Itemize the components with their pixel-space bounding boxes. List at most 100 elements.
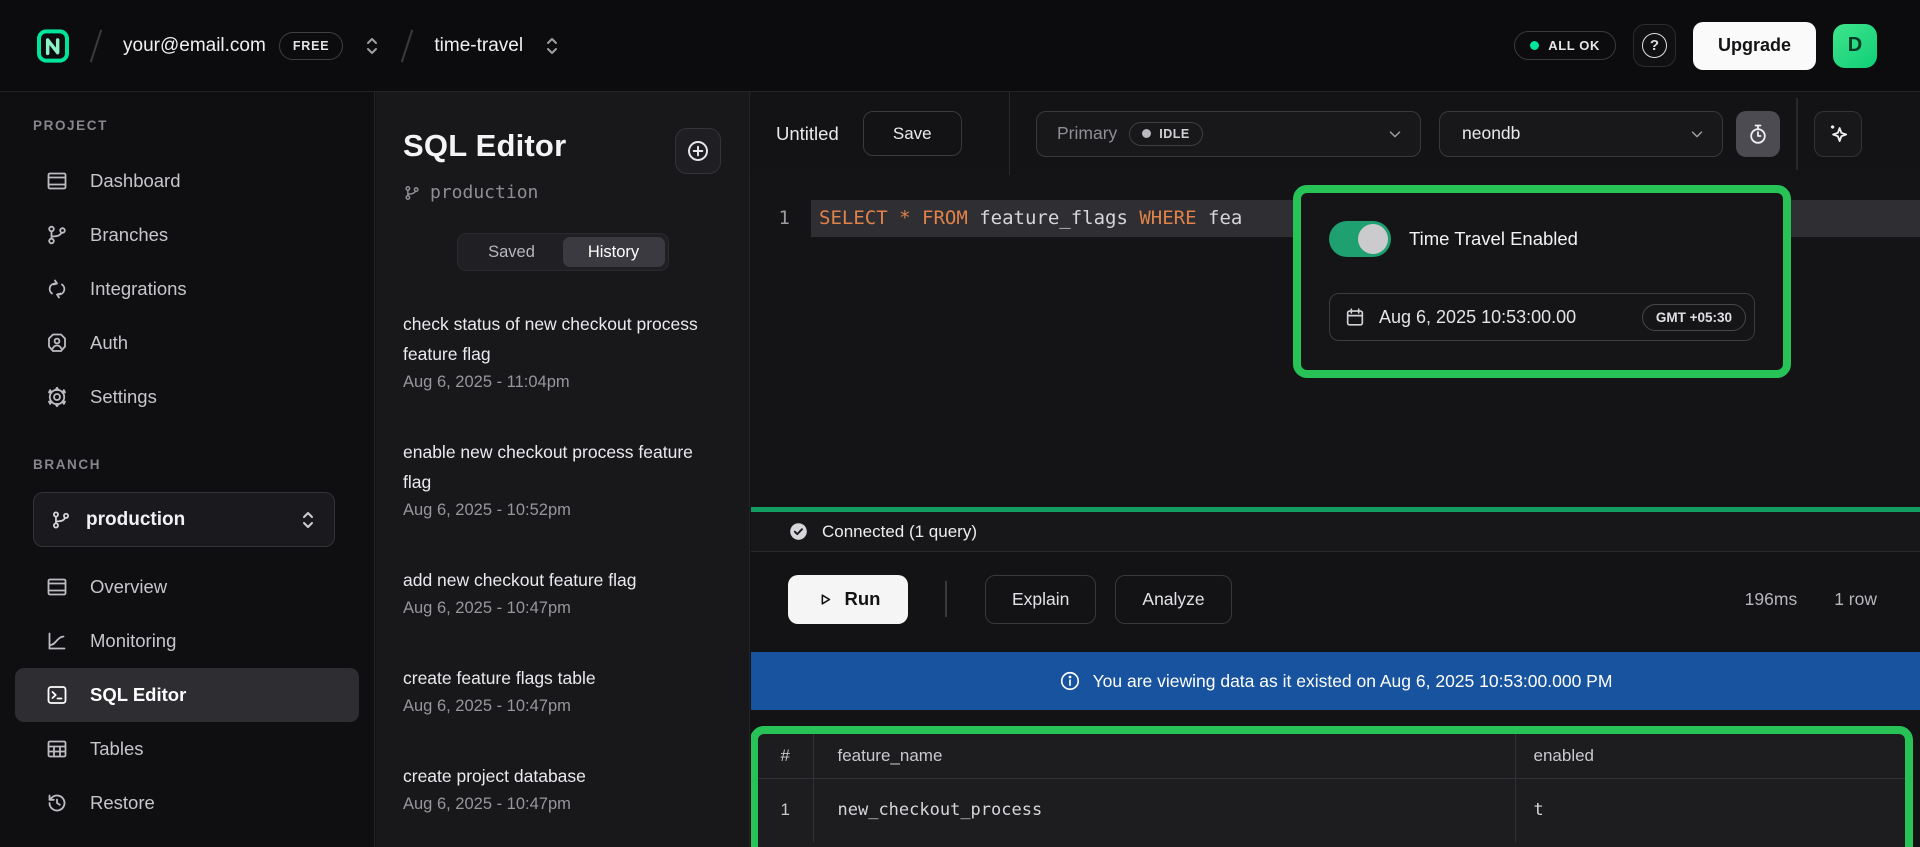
actions-divider <box>945 581 947 617</box>
branch-selector[interactable]: production <box>33 492 335 547</box>
idle-dot-icon <box>1142 129 1151 138</box>
project-selector[interactable]: time-travel <box>434 34 560 58</box>
sidebar-item-integrations[interactable]: Integrations <box>0 262 374 316</box>
sql-editor-panel: SQL Editor production Saved History chec… <box>376 92 750 847</box>
branches-icon <box>45 223 69 247</box>
explain-button[interactable]: Explain <box>985 575 1096 624</box>
history-item-title: enable new checkout process feature flag <box>403 437 705 497</box>
banner-text: You are viewing data as it existed on Au… <box>1093 671 1613 692</box>
dashboard-icon <box>45 169 69 193</box>
history-item[interactable]: add new checkout feature flag Aug 6, 202… <box>403 565 705 618</box>
branch-icon <box>50 509 72 531</box>
question-mark-icon: ? <box>1642 33 1667 58</box>
org-selector[interactable]: your@email.com FREE <box>123 32 380 60</box>
sidebar-item-monitoring[interactable]: Monitoring <box>0 614 374 668</box>
chevrons-up-down-icon <box>300 507 316 533</box>
database-name: neondb <box>1462 123 1520 144</box>
history-item-date: Aug 6, 2025 - 11:04pm <box>403 373 705 392</box>
saved-history-tabs: Saved History <box>457 233 669 271</box>
sidebar-item-restore[interactable]: Restore <box>0 776 374 830</box>
analyze-button[interactable]: Analyze <box>1115 575 1231 624</box>
tab-saved[interactable]: Saved <box>461 237 563 267</box>
chevron-down-icon <box>1688 125 1706 143</box>
sql-editor-icon <box>45 683 69 707</box>
project-name: time-travel <box>434 35 523 57</box>
history-item[interactable]: create project database Aug 6, 2025 - 10… <box>403 761 705 814</box>
sidebar-item-label: Branches <box>90 224 168 246</box>
history-item-date: Aug 6, 2025 - 10:52pm <box>403 501 705 520</box>
sidebar-item-overview[interactable]: Overview <box>0 560 374 614</box>
sidebar-item-label: Settings <box>90 386 157 408</box>
time-travel-toggle-label: Time Travel Enabled <box>1409 228 1578 250</box>
time-travel-datetime-input[interactable]: Aug 6, 2025 10:53:00.00 GMT +05:30 <box>1329 293 1755 341</box>
run-button[interactable]: Run <box>788 575 908 624</box>
database-selector[interactable]: neondb <box>1439 111 1723 157</box>
sidebar-item-label: Restore <box>90 792 155 814</box>
history-list: check status of new checkout process fea… <box>403 309 705 814</box>
sql-token <box>911 207 922 229</box>
sql-token: feature_flags <box>968 207 1140 229</box>
compute-status: IDLE <box>1159 127 1189 141</box>
history-item-date: Aug 6, 2025 - 10:47pm <box>403 795 705 814</box>
system-status-pill[interactable]: ALL OK <box>1514 31 1616 60</box>
restore-icon <box>45 791 69 815</box>
play-icon <box>816 590 835 609</box>
results-table: # feature_name enabled 1 new_checkout_pr… <box>758 734 1905 842</box>
chevrons-up-down-icon <box>364 34 380 58</box>
sidebar-item-dashboard[interactable]: Dashboard <box>0 154 374 208</box>
sidebar-item-label: Monitoring <box>90 630 176 652</box>
branch-icon <box>403 184 421 202</box>
sidebar-item-label: Tables <box>90 738 143 760</box>
upgrade-button[interactable]: Upgrade <box>1693 22 1816 70</box>
panel-branch-name: production <box>430 182 538 203</box>
sidebar-item-label: Overview <box>90 576 167 598</box>
sparkle-icon <box>1825 121 1851 147</box>
branch-selector-value: production <box>86 509 185 531</box>
panel-title: SQL Editor <box>403 128 566 164</box>
chevron-down-icon <box>1386 125 1404 143</box>
stopwatch-icon <box>1746 122 1770 146</box>
sql-token: * <box>899 207 910 229</box>
topbar: your@email.com FREE time-travel ALL OK ? <box>0 0 1920 92</box>
new-query-button[interactable] <box>675 128 721 174</box>
line-number: 1 <box>751 200 811 237</box>
history-item[interactable]: enable new checkout process feature flag… <box>403 437 705 520</box>
chevrons-up-down-icon <box>544 34 560 58</box>
history-item-title: create feature flags table <box>403 663 705 693</box>
history-item-title: add new checkout feature flag <box>403 565 705 595</box>
check-circle-icon <box>788 521 809 542</box>
sql-token <box>888 207 899 229</box>
integrations-icon <box>45 277 69 301</box>
tables-icon <box>45 737 69 761</box>
history-item-date: Aug 6, 2025 - 10:47pm <box>403 697 705 716</box>
cell-enabled: t <box>1515 778 1905 842</box>
ai-assist-button[interactable] <box>1814 111 1862 157</box>
sidebar-item-settings[interactable]: Settings <box>0 370 374 424</box>
time-travel-toggle[interactable] <box>1329 221 1391 257</box>
sql-token: fea <box>1197 207 1243 229</box>
run-label: Run <box>845 588 881 610</box>
time-travel-banner: You are viewing data as it existed on Au… <box>751 652 1920 710</box>
sidebar: PROJECT Dashboard Branches Integrations … <box>0 92 375 847</box>
cell-row-index: 1 <box>758 778 813 842</box>
sidebar-section-project: PROJECT <box>33 118 374 136</box>
query-duration: 196ms <box>1745 589 1798 610</box>
toggle-knob <box>1358 224 1388 254</box>
history-item[interactable]: create feature flags table Aug 6, 2025 -… <box>403 663 705 716</box>
history-item-title: create project database <box>403 761 705 791</box>
sidebar-item-sql-editor[interactable]: SQL Editor <box>15 668 359 722</box>
sidebar-item-branches[interactable]: Branches <box>0 208 374 262</box>
tab-history[interactable]: History <box>563 237 665 267</box>
sidebar-item-tables[interactable]: Tables <box>0 722 374 776</box>
avatar[interactable]: D <box>1833 24 1877 68</box>
sidebar-item-auth[interactable]: Auth <box>0 316 374 370</box>
time-travel-button[interactable] <box>1736 111 1780 157</box>
history-item[interactable]: check status of new checkout process fea… <box>403 309 705 392</box>
compute-selector[interactable]: Primary IDLE <box>1036 111 1421 157</box>
query-actions-row: Run Explain Analyze 196ms 1 row <box>751 553 1920 645</box>
cell-feature-name: new_checkout_process <box>813 778 1515 842</box>
monitoring-icon <box>45 629 69 653</box>
help-button[interactable]: ? <box>1633 24 1676 67</box>
plan-badge: FREE <box>279 32 344 60</box>
save-button[interactable]: Save <box>863 111 962 156</box>
